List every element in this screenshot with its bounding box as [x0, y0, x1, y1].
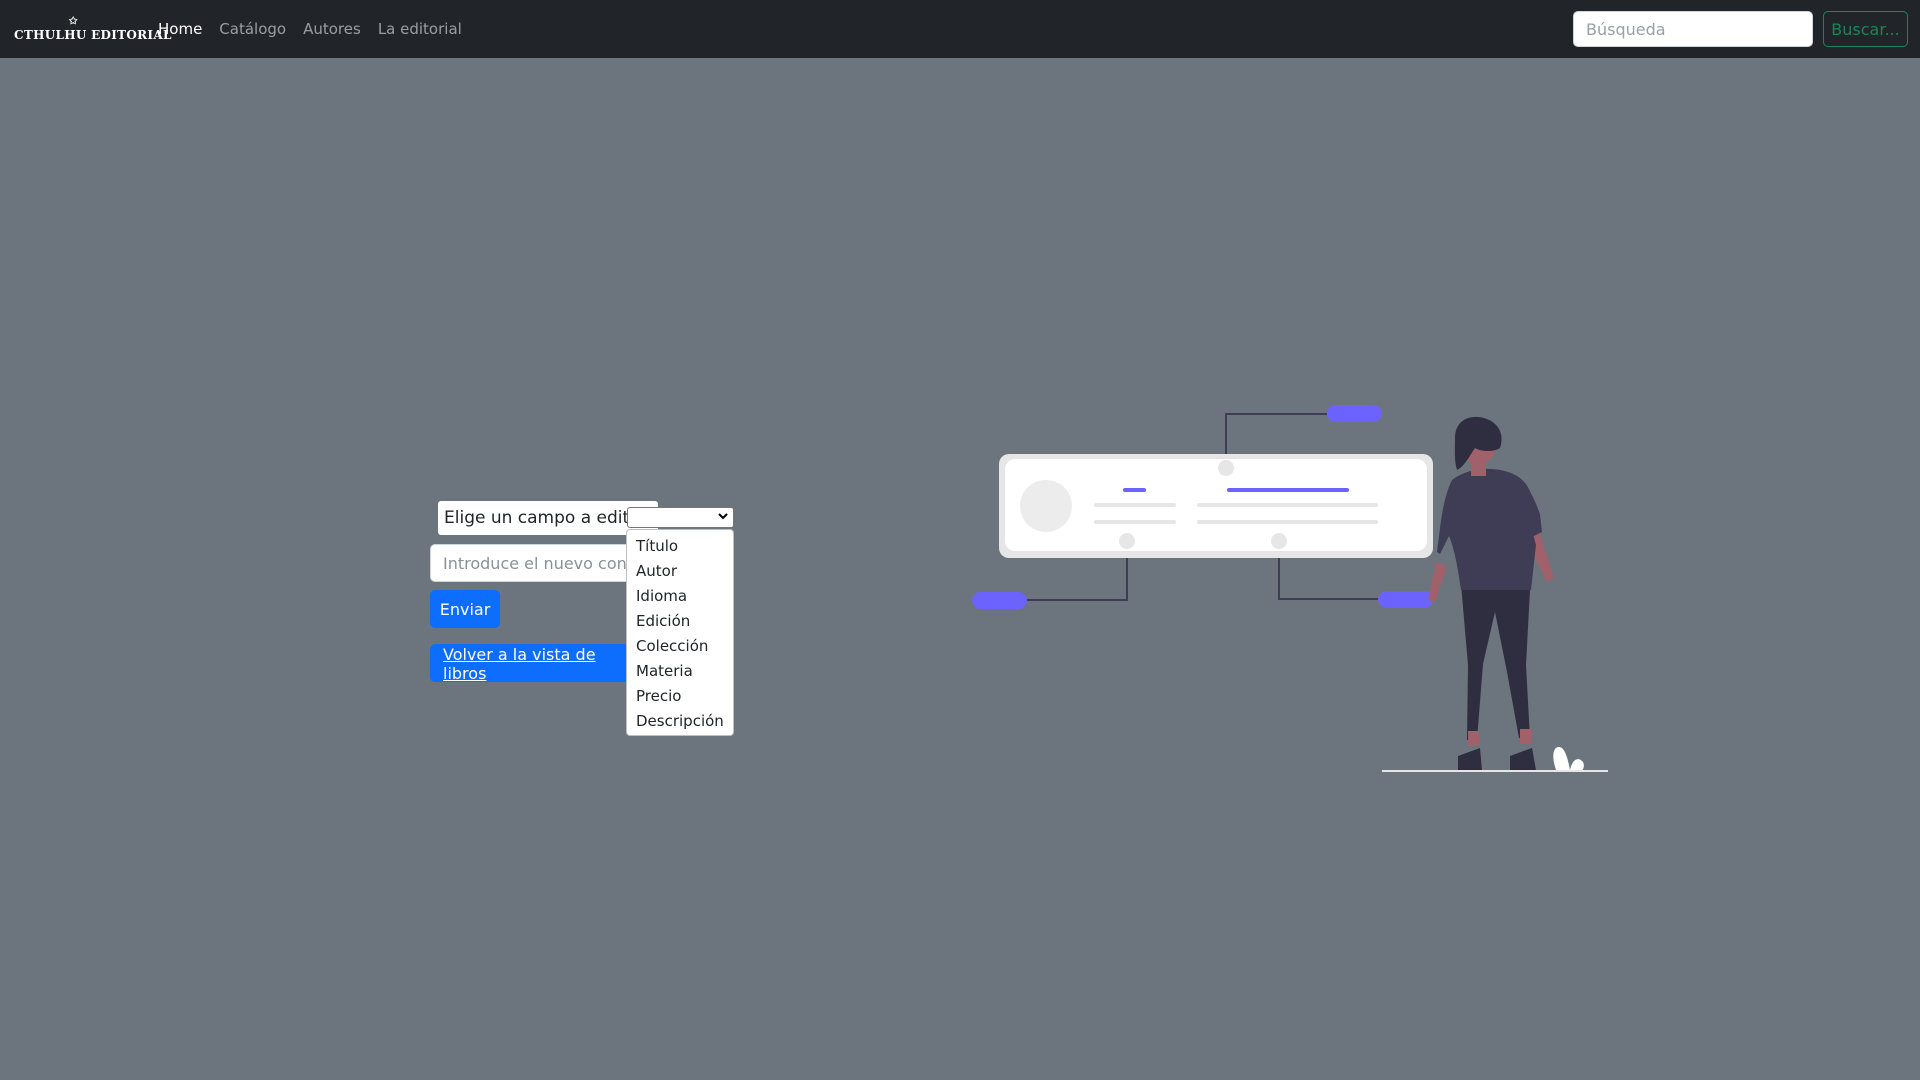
pill — [1378, 591, 1433, 608]
card-line — [1094, 503, 1176, 507]
dropdown-option-materia[interactable]: Materia — [627, 659, 733, 684]
nav-link-home[interactable]: Home — [158, 20, 202, 38]
search-input[interactable] — [1573, 11, 1813, 47]
dropdown-option-precio[interactable]: Precio — [627, 684, 733, 709]
card-accent-short — [1123, 488, 1146, 492]
pill — [1327, 405, 1382, 422]
dropdown-option-edicion[interactable]: Edición — [627, 609, 733, 634]
woman-figure — [1428, 416, 1554, 770]
back-to-books-button[interactable]: Volver a la vista de libros — [430, 644, 640, 683]
card-line — [1197, 520, 1378, 524]
nav-link-catalogo[interactable]: Catálogo — [219, 20, 286, 38]
card-line — [1197, 503, 1378, 507]
dropdown-option-coleccion[interactable]: Colección — [627, 634, 733, 659]
top-navbar: ✩ CTHULHU EDITORIAL Home Catálogo Autore… — [0, 0, 1920, 58]
nav-link-autores[interactable]: Autores — [303, 20, 361, 38]
field-select-dropdown: Título Autor Idioma Edición Colección Ma… — [626, 529, 734, 736]
node-dot — [1271, 533, 1287, 549]
dropdown-option-descripcion[interactable]: Descripción — [627, 709, 733, 734]
pill — [972, 592, 1027, 609]
nav-link-editorial[interactable]: La editorial — [378, 20, 462, 38]
card-accent-long — [1227, 488, 1349, 492]
dropdown-option-titulo[interactable]: Título — [627, 534, 733, 559]
card-line — [1094, 520, 1176, 524]
brand-logo[interactable]: ✩ CTHULHU EDITORIAL — [14, 16, 172, 42]
dropdown-option-idioma[interactable]: Idioma — [627, 584, 733, 609]
field-select[interactable] — [627, 507, 734, 528]
chevron-down-icon — [718, 513, 728, 520]
field-select-label: Elige un campo a editar: — [438, 501, 659, 535]
avatar-placeholder — [1020, 480, 1072, 532]
plant-leaf — [1570, 759, 1584, 770]
star-icon: ✩ — [69, 16, 78, 27]
dropdown-option-autor[interactable]: Autor — [627, 559, 733, 584]
node-dot — [1218, 460, 1234, 476]
search-button[interactable]: Buscar... — [1823, 11, 1908, 47]
node-dot — [1119, 533, 1135, 549]
nav-links: Home Catálogo Autores La editorial — [158, 0, 479, 58]
submit-button[interactable]: Enviar — [430, 590, 500, 628]
illustration — [972, 405, 1608, 772]
brand-name: CTHULHU EDITORIAL — [14, 28, 172, 42]
plant-leaf — [1553, 746, 1570, 770]
